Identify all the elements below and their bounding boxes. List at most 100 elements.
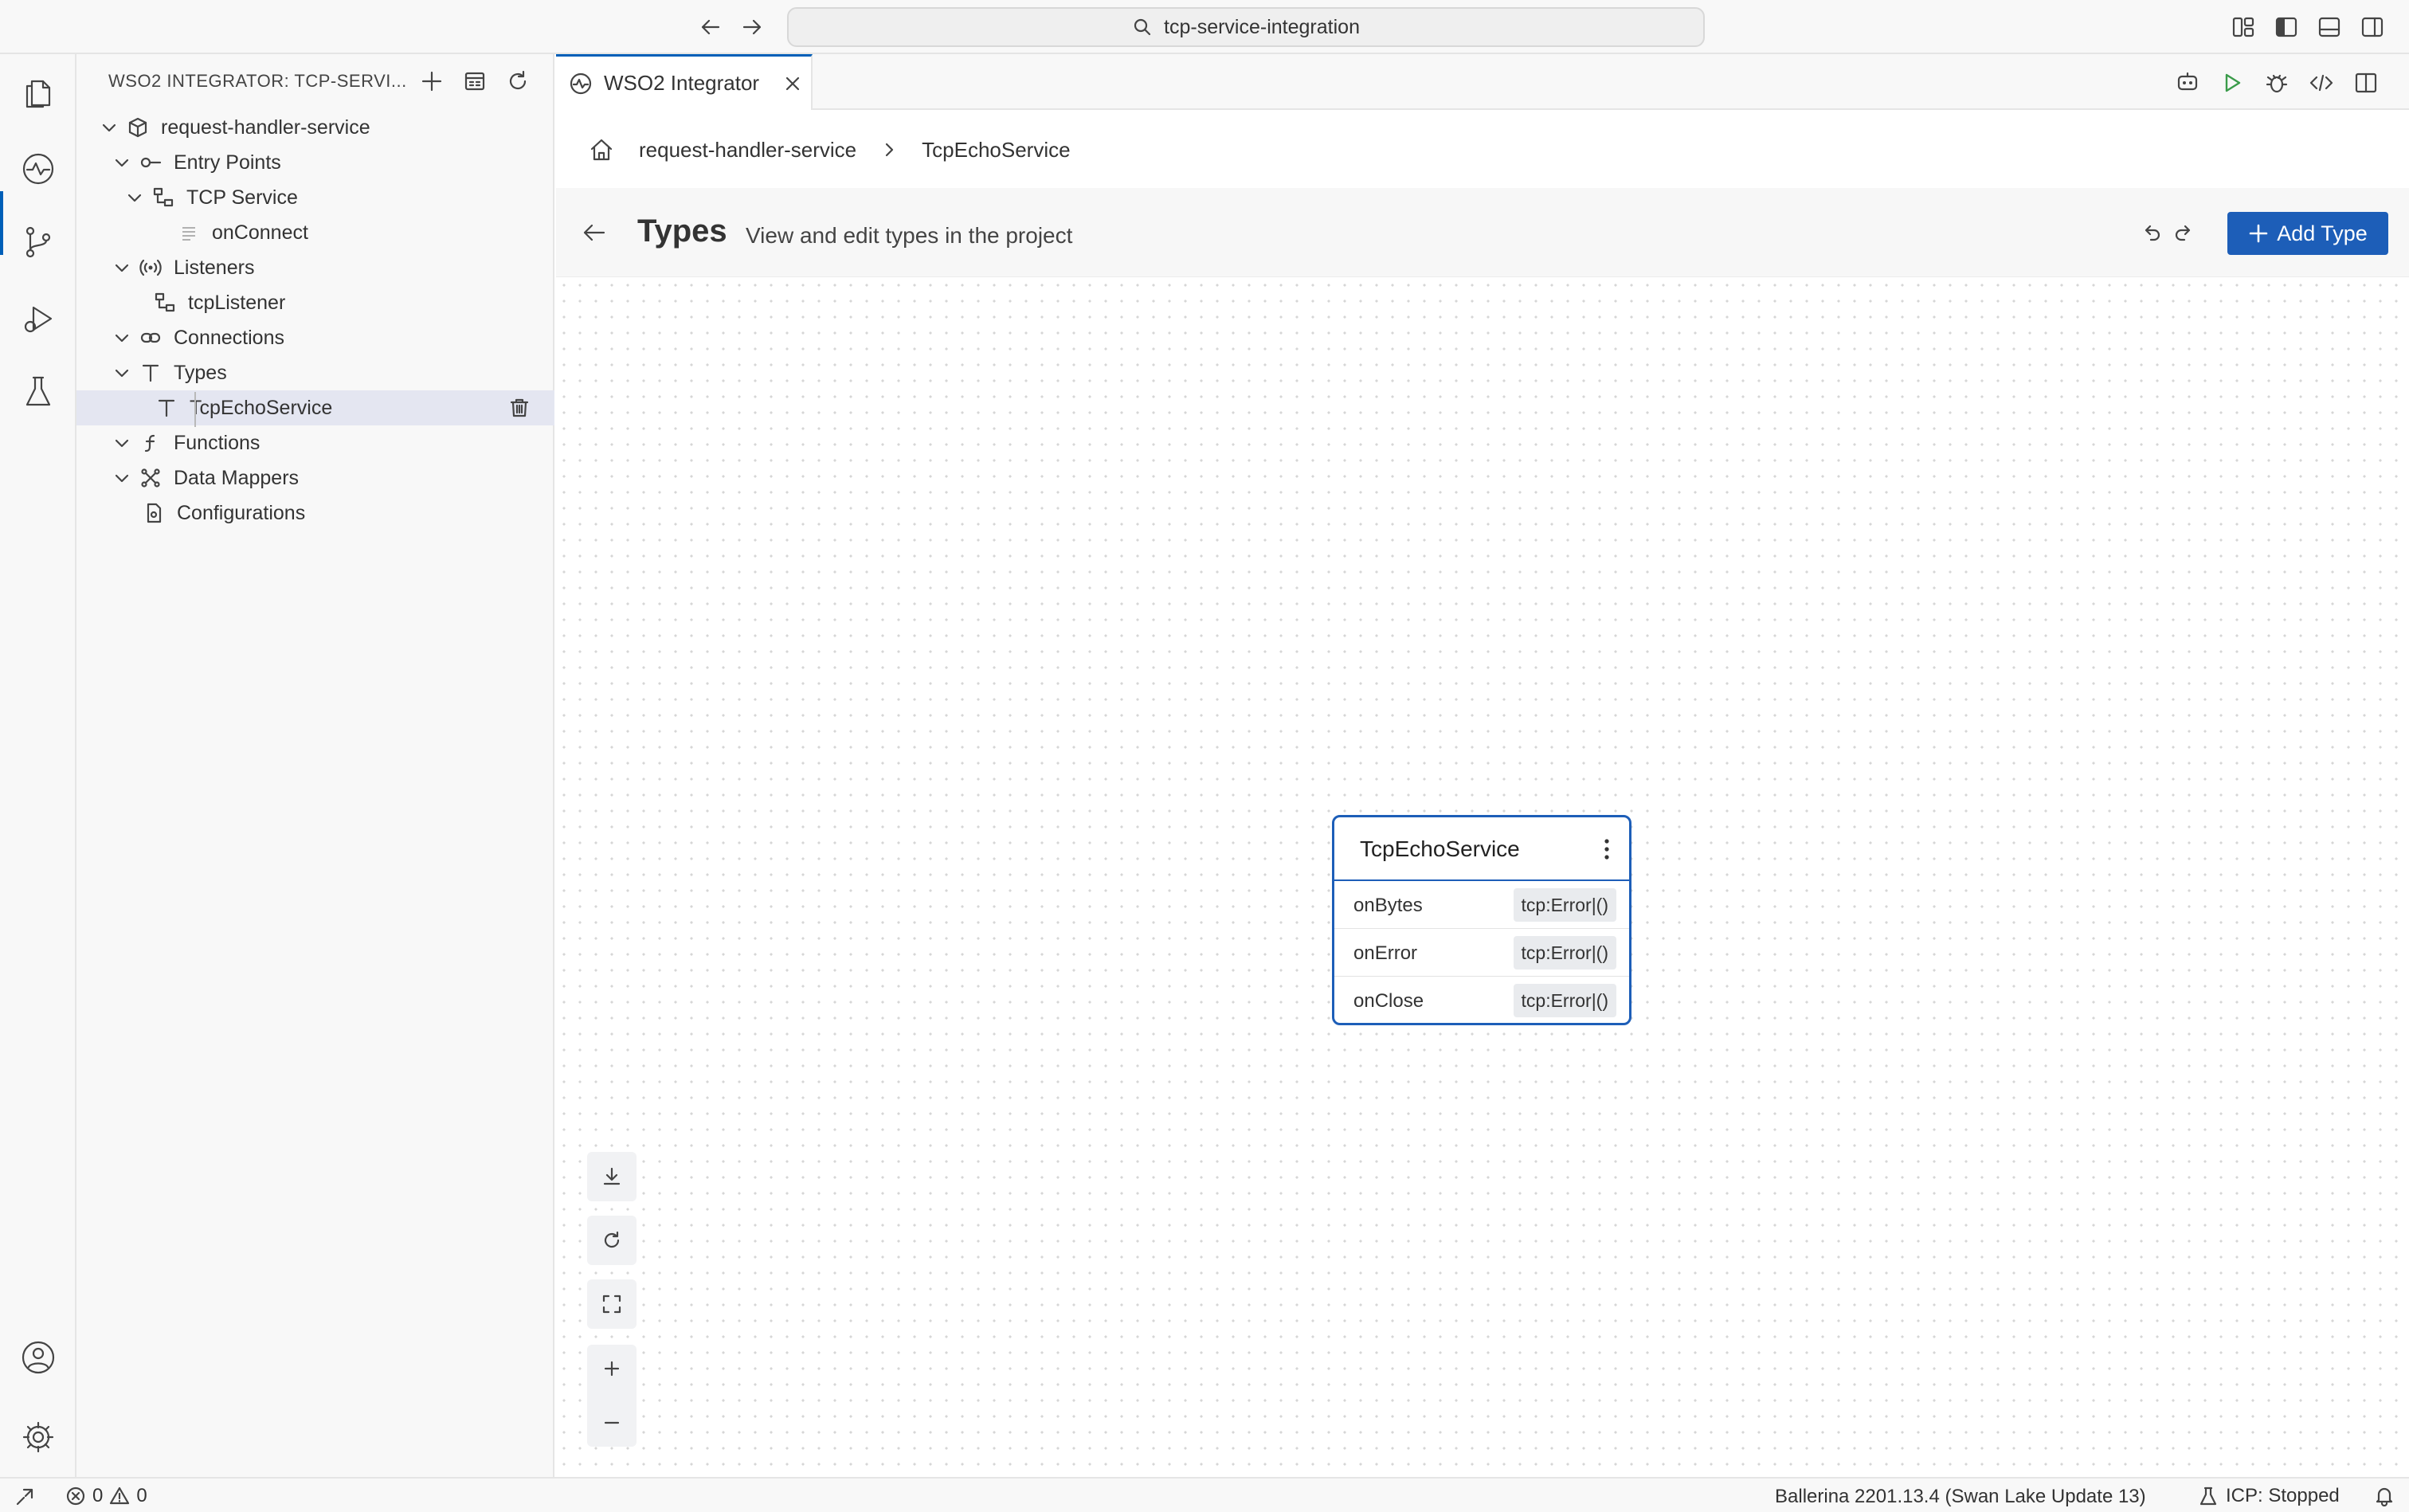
field-type: tcp:Error|() — [1513, 888, 1616, 922]
field-name: onClose — [1353, 990, 1424, 1012]
overview-icon[interactable] — [462, 69, 488, 94]
warning-icon — [109, 1486, 130, 1506]
copilot-chat-icon[interactable] — [2175, 70, 2200, 96]
sidebar-actions — [419, 69, 531, 94]
tree-item-configurations[interactable]: Configurations — [76, 496, 554, 531]
add-type-label: Add Type — [2277, 221, 2368, 245]
fit-screen-icon — [602, 1295, 621, 1314]
error-count: 0 — [92, 1485, 104, 1506]
chevron-down-icon — [115, 439, 129, 448]
type-node-title: TcpEchoService — [1360, 836, 1520, 861]
nav-back-icon[interactable] — [698, 14, 723, 40]
warning-count: 0 — [136, 1485, 147, 1506]
breadcrumb-project[interactable]: request-handler-service — [639, 138, 856, 163]
settings-gear-icon[interactable] — [19, 1418, 57, 1456]
tree-item-data-mappers[interactable]: Data Mappers — [76, 460, 554, 496]
add-icon[interactable] — [419, 69, 445, 94]
link-icon — [139, 326, 163, 350]
toggle-panel-icon[interactable] — [2317, 14, 2342, 40]
sidebar-header: WSO2 INTEGRATOR: TCP-SERVI... — [76, 54, 554, 108]
tab-label: WSO2 Integrator — [604, 71, 760, 95]
chevron-right-icon — [880, 141, 898, 159]
config-file-icon — [142, 501, 166, 525]
sidebar-title: WSO2 INTEGRATOR: TCP-SERVI... — [108, 71, 407, 91]
tree-item-tcpechoservice[interactable]: TcpEchoService — [76, 390, 554, 425]
chevron-down-icon — [115, 159, 129, 167]
split-editor-icon[interactable] — [2353, 70, 2379, 96]
chevron-down-icon — [127, 194, 142, 202]
tree-item-tcp-service[interactable]: TCP Service — [76, 180, 554, 215]
resource-icon — [177, 221, 201, 245]
undo-icon[interactable] — [2140, 221, 2162, 244]
toggle-primary-sidebar-icon[interactable] — [2274, 14, 2299, 40]
flask-icon — [2199, 1486, 2218, 1506]
zoom-out-icon[interactable] — [601, 1412, 623, 1434]
fit-to-screen-button[interactable] — [587, 1279, 637, 1329]
broadcast-icon — [139, 256, 163, 280]
back-arrow-icon[interactable] — [580, 218, 609, 247]
download-diagram-button[interactable] — [587, 1152, 637, 1201]
active-indicator — [0, 191, 3, 255]
tree-item-connections[interactable]: Connections — [76, 320, 554, 355]
type-field-row[interactable]: onClose tcp:Error|() — [1334, 977, 1629, 1023]
source-control-icon[interactable] — [19, 223, 57, 261]
type-node-header: TcpEchoService — [1334, 817, 1629, 881]
entry-point-icon — [139, 151, 163, 174]
tree-item-project[interactable]: request-handler-service — [76, 110, 554, 145]
account-icon[interactable] — [19, 1338, 57, 1377]
wso2-integrator-icon — [569, 72, 593, 96]
problems-indicator[interactable]: 0 0 — [65, 1485, 147, 1507]
error-icon — [65, 1486, 86, 1506]
type-field-row[interactable]: onError tcp:Error|() — [1334, 929, 1629, 977]
zoom-controls — [587, 1345, 637, 1447]
add-type-button[interactable]: Add Type — [2227, 212, 2388, 255]
chevron-down-icon — [115, 334, 129, 343]
toggle-secondary-sidebar-icon[interactable] — [2360, 14, 2385, 40]
tab-wso2-integrator[interactable]: WSO2 Integrator — [556, 54, 813, 110]
home-icon[interactable] — [588, 136, 615, 163]
tree-item-tcplistener[interactable]: tcpListener — [76, 285, 554, 320]
tree-item-entry-points[interactable]: Entry Points — [76, 145, 554, 180]
command-center-search[interactable]: tcp-service-integration — [787, 7, 1705, 47]
kebab-menu-icon[interactable] — [1602, 836, 1612, 862]
run-icon[interactable] — [2219, 70, 2245, 96]
tree-item-listeners[interactable]: Listeners — [76, 250, 554, 285]
close-icon[interactable] — [783, 74, 802, 93]
service-icon — [151, 186, 175, 210]
refresh-icon — [604, 1231, 620, 1248]
status-bar: 0 0 Ballerina 2201.13.4 (Swan Lake Updat… — [0, 1477, 2409, 1512]
editor-tab-bar: WSO2 Integrator — [556, 54, 2409, 110]
type-field-row[interactable]: onBytes tcp:Error|() — [1334, 881, 1629, 929]
redo-icon[interactable] — [2173, 221, 2196, 244]
customize-layout-icon[interactable] — [2231, 14, 2256, 40]
ballerina-version-status[interactable]: Ballerina 2201.13.4 (Swan Lake Update 13… — [1775, 1486, 2146, 1508]
activity-bar — [0, 54, 76, 1477]
trash-icon[interactable] — [508, 397, 531, 419]
breadcrumb-current[interactable]: TcpEchoService — [922, 138, 1070, 163]
tree-item-functions[interactable]: Functions — [76, 425, 554, 460]
layout-controls — [2231, 14, 2385, 40]
icp-status[interactable]: ICP: Stopped — [2199, 1485, 2340, 1507]
bell-icon[interactable] — [2374, 1486, 2395, 1506]
tree-item-types[interactable]: Types — [76, 355, 554, 390]
package-icon — [126, 116, 150, 139]
page-subtitle: View and edit types in the project — [746, 223, 1073, 248]
tree-item-onconnect[interactable]: onConnect — [76, 215, 554, 250]
nav-forward-icon[interactable] — [739, 14, 765, 40]
refresh-icon[interactable] — [505, 69, 531, 94]
plus-icon — [2249, 224, 2268, 243]
wso2-integrator-icon[interactable] — [19, 150, 57, 188]
types-header: Types View and edit types in the project… — [556, 188, 2409, 277]
refresh-diagram-button[interactable] — [587, 1216, 637, 1265]
testing-icon[interactable] — [19, 373, 57, 411]
remote-icon[interactable] — [14, 1487, 35, 1507]
explorer-icon[interactable] — [19, 73, 57, 112]
run-debug-icon[interactable] — [19, 300, 57, 338]
chevron-down-icon — [115, 369, 129, 378]
type-node-tcpechoservice[interactable]: TcpEchoService onBytes tcp:Error|() onEr… — [1332, 815, 1631, 1025]
code-view-icon[interactable] — [2309, 70, 2334, 96]
chevron-down-icon — [115, 474, 129, 483]
debug-icon[interactable] — [2264, 70, 2290, 96]
field-type: tcp:Error|() — [1513, 936, 1616, 969]
zoom-in-icon[interactable] — [601, 1357, 623, 1380]
